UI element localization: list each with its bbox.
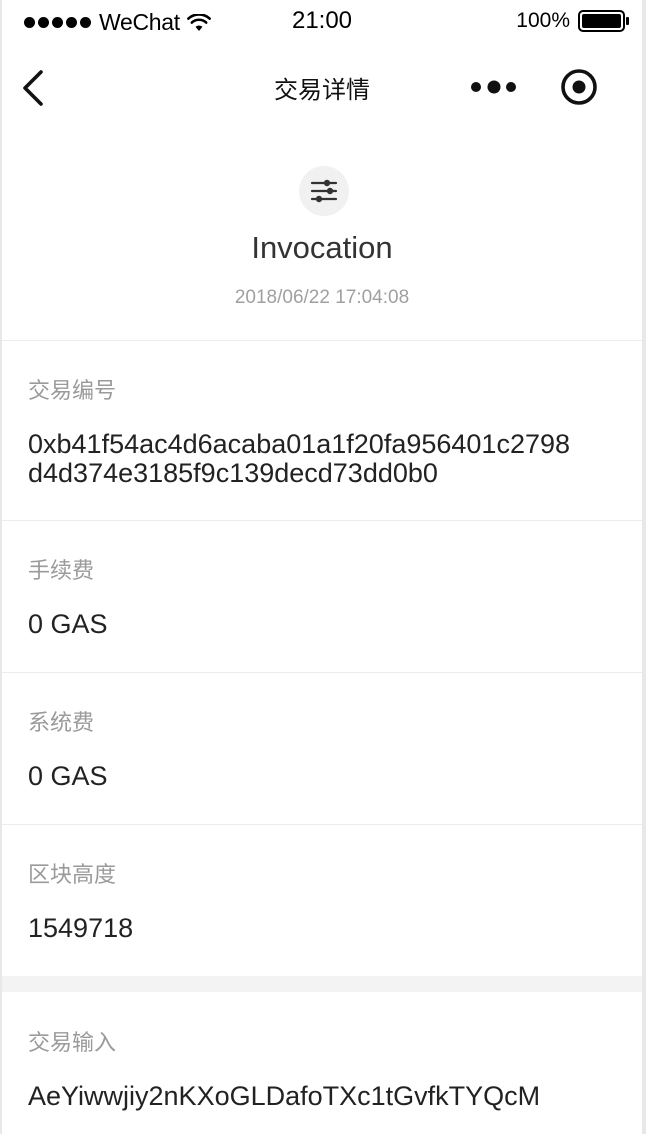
transaction-time: 2018/06/22 17:04:08 (234, 287, 410, 308)
txid-label: 交易编号 (28, 378, 117, 403)
status-right: 100% (516, 9, 630, 33)
txid-section: 交易编号 0xb41f54ac4d6acaba01a1f20fa956401c2… (2, 341, 642, 521)
status-bar: WeChat 21:00 100% (2, 0, 642, 44)
input-address[interactable]: AeYiwwjiy2nKXoGLDafoTXc1tGvfkTYQcM (28, 1082, 618, 1111)
transaction-type: Invocation (251, 230, 393, 265)
txid-line-2: d4d374e3185f9c139decd73dd0b0 (28, 458, 438, 488)
txid-value: 0xb41f54ac4d6acaba01a1f20fa956401c2798 d… (28, 430, 618, 488)
transaction-header: Invocation 2018/06/22 17:04:08 (2, 120, 642, 341)
more-icon[interactable] (470, 80, 518, 94)
sys-fee-section: 系统费 0 GAS (2, 673, 642, 825)
transaction-type-badge (299, 166, 349, 216)
block-height-section: 区块高度 1549718 (2, 825, 642, 976)
close-miniprogram-icon[interactable] (559, 67, 599, 107)
phone-frame: WeChat 21:00 100% 交易详情 Invocation 2018/0… (0, 0, 646, 1134)
sliders-icon (310, 179, 338, 203)
sys-fee-label: 系统费 (28, 710, 95, 735)
page-title: 交易详情 (274, 77, 370, 104)
battery-percent: 100% (516, 9, 570, 32)
net-fee-value: 0 GAS (28, 609, 108, 639)
sys-fee-value: 0 GAS (28, 761, 108, 791)
battery-icon (578, 10, 629, 32)
net-fee-label: 手续费 (28, 558, 95, 583)
inputs-section: 交易输入 AeYiwwjiy2nKXoGLDafoTXc1tGvfkTYQcM (2, 992, 642, 1134)
txid-line-1: 0xb41f54ac4d6acaba01a1f20fa956401c2798 (28, 429, 571, 459)
block-height-value[interactable]: 1549718 (28, 914, 618, 943)
net-fee-section: 手续费 0 GAS (2, 521, 642, 673)
section-divider (2, 976, 642, 992)
block-height-label: 区块高度 (28, 862, 117, 887)
inputs-label: 交易输入 (28, 1030, 117, 1055)
nav-bar: 交易详情 (2, 54, 642, 120)
